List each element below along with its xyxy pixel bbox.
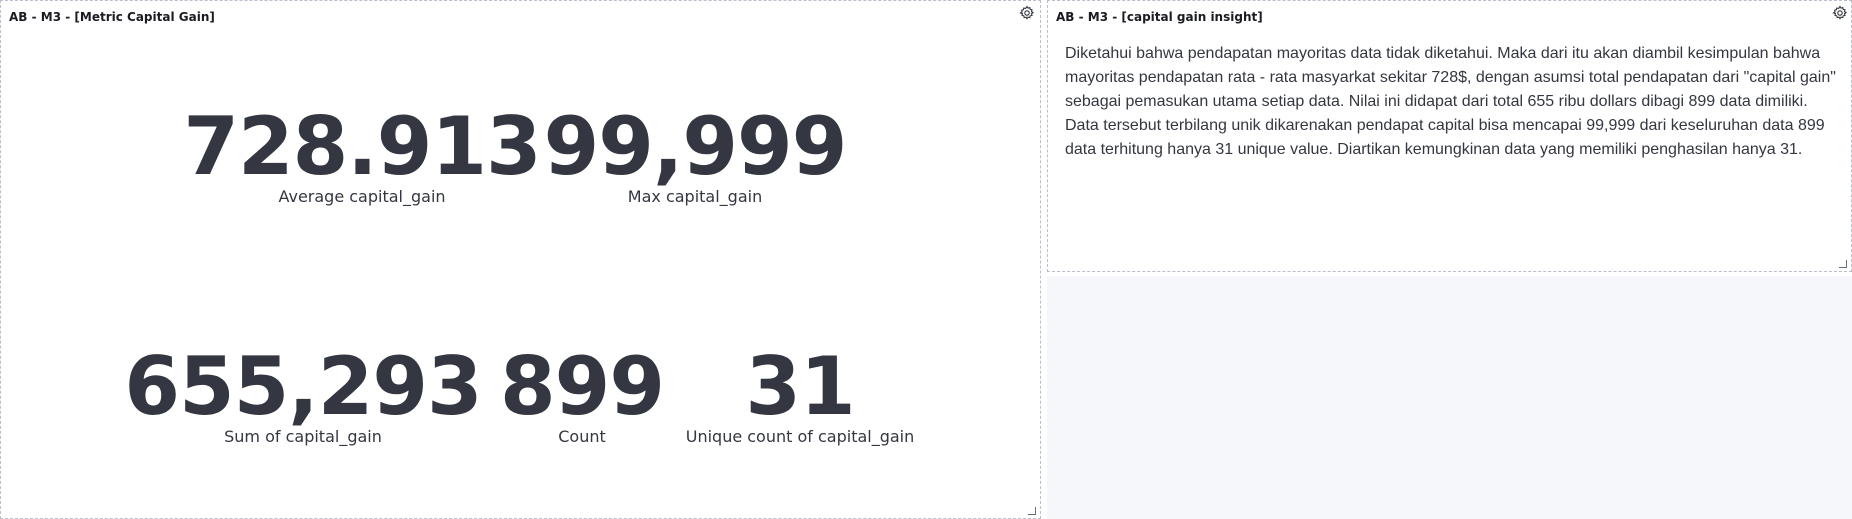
metric-label: Unique count of capital_gain	[685, 427, 915, 446]
resize-handle[interactable]	[1028, 507, 1036, 515]
panel-options-button[interactable]	[1829, 4, 1851, 26]
empty-dashboard-area	[1047, 276, 1852, 519]
gear-icon	[1832, 5, 1848, 25]
metric-capital-gain-panel: AB - M3 - [Metric Capital Gain] 728.913 …	[0, 0, 1041, 519]
insight-text: Diketahui bahwa pendapatan mayoritas dat…	[1065, 45, 1836, 158]
metric-unique-count-capital-gain: 31 Unique count of capital_gain	[685, 340, 915, 447]
resize-handle[interactable]	[1839, 260, 1847, 268]
gear-icon	[1019, 5, 1035, 25]
metric-value: 99,999	[543, 100, 848, 193]
metric-value: 655,293	[124, 340, 482, 433]
panel-title: AB - M3 - [Metric Capital Gain]	[9, 10, 215, 24]
metric-value: 31	[745, 340, 855, 433]
metric-max-capital-gain: 99,999 Max capital_gain	[543, 100, 848, 207]
metric-value: 899	[500, 340, 665, 433]
panel-title: AB - M3 - [capital gain insight]	[1056, 10, 1263, 24]
metric-average-capital-gain: 728.913 Average capital_gain	[183, 100, 541, 207]
metric-sum-capital-gain: 655,293 Sum of capital_gain	[124, 340, 482, 447]
metric-value: 728.913	[183, 100, 541, 193]
panel-options-button[interactable]	[1016, 4, 1038, 26]
metric-count: 899 Count	[500, 340, 665, 447]
dashboard: AB - M3 - [Metric Capital Gain] 728.913 …	[0, 0, 1852, 519]
capital-gain-insight-panel: AB - M3 - [capital gain insight] Diketah…	[1047, 0, 1852, 272]
